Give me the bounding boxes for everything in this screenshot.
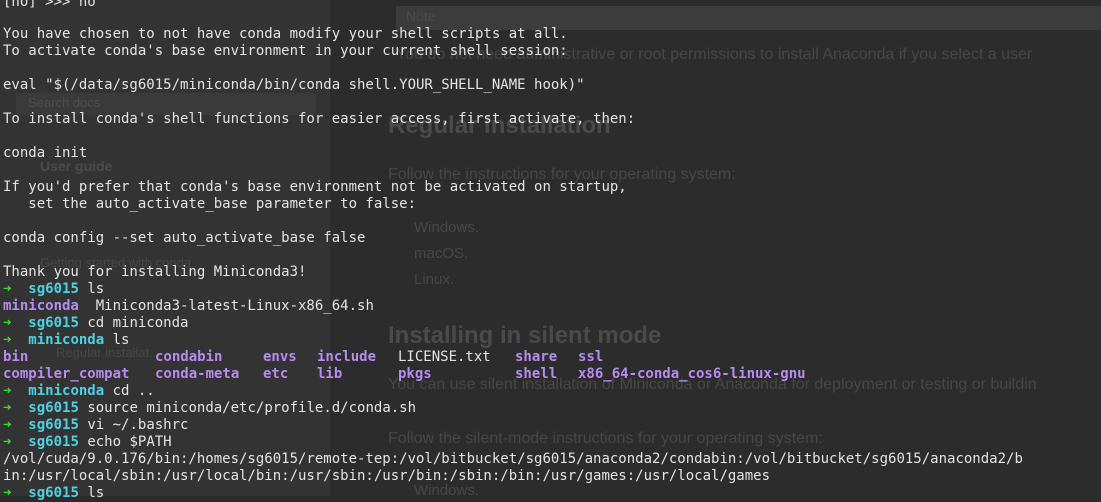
ls-folder-entry: lib bbox=[317, 366, 343, 382]
ls-folder-entry: ssl bbox=[578, 349, 604, 365]
terminal-prompt-line: ➜ miniconda ls bbox=[3, 332, 129, 349]
prompt-command: cd miniconda bbox=[87, 315, 189, 331]
prompt-arrow-icon: ➜ bbox=[3, 281, 12, 297]
ls-folder-entry: etc bbox=[263, 366, 289, 382]
ls-folder-entry: bin bbox=[3, 349, 29, 365]
ls-folder-entry: conda-meta bbox=[155, 366, 240, 382]
prompt-arrow-icon: ➜ bbox=[3, 332, 12, 348]
prompt-directory: sg6015 bbox=[28, 400, 79, 416]
terminal-line: conda config --set auto_activate_base fa… bbox=[3, 230, 366, 246]
prompt-arrow-icon: ➜ bbox=[3, 383, 12, 399]
ls-folder-entry: compiler_compat bbox=[3, 366, 130, 382]
prompt-command: ls bbox=[87, 281, 105, 297]
terminal-line: If you'd prefer that conda's base enviro… bbox=[3, 179, 627, 195]
prompt-command: source miniconda/etc/profile.d/conda.sh bbox=[87, 400, 417, 416]
prompt-arrow-icon: ➜ bbox=[3, 400, 12, 416]
ls-folder-entry: miniconda bbox=[3, 298, 79, 314]
terminal-prompt-line: ➜ sg6015 cd miniconda bbox=[3, 315, 188, 332]
terminal-line: You have chosen to not have conda modify… bbox=[3, 26, 568, 42]
terminal-line: Thank you for installing Miniconda3! bbox=[3, 264, 307, 280]
prompt-command: ls bbox=[112, 332, 130, 348]
ls-folder-entry: include bbox=[317, 349, 377, 365]
prompt-arrow-icon: ➜ bbox=[3, 315, 12, 331]
terminal-line: [no] >>> no bbox=[3, 0, 96, 10]
terminal-prompt-line: ➜ sg6015 echo $PATH bbox=[3, 434, 172, 451]
terminal-prompt-line: ➜ sg6015 ls bbox=[3, 281, 104, 298]
terminal-ls-output: bin condabin envs include LICENSE.txt share ss… bbox=[3, 349, 603, 366]
terminal-prompt-line: ➜ miniconda cd .. bbox=[3, 383, 155, 400]
prompt-directory: miniconda bbox=[28, 332, 105, 348]
prompt-command: vi ~/.bashrc bbox=[87, 417, 189, 433]
prompt-directory: sg6015 bbox=[28, 417, 79, 433]
ls-folder-entry: pkgs bbox=[398, 366, 432, 382]
prompt-command: ls bbox=[87, 485, 105, 501]
terminal-prompt-line: ➜ sg6015 source miniconda/etc/profile.d/… bbox=[3, 400, 416, 417]
prompt-directory: sg6015 bbox=[28, 485, 79, 501]
prompt-directory: miniconda bbox=[28, 383, 105, 399]
prompt-directory: sg6015 bbox=[28, 315, 79, 331]
prompt-arrow-icon: ➜ bbox=[3, 434, 12, 450]
terminal-line: set the auto_activate_base parameter to … bbox=[3, 196, 417, 212]
ls-folder-entry: envs bbox=[263, 349, 297, 365]
ls-file-entry: Miniconda3-latest-Linux-x86_64.sh bbox=[95, 298, 374, 314]
prompt-directory: sg6015 bbox=[28, 281, 79, 297]
terminal-line: To install conda's shell functions for e… bbox=[3, 111, 636, 127]
terminal-ls-output: miniconda Miniconda3-latest-Linux-x86_64… bbox=[3, 298, 374, 315]
terminal-window[interactable]: [no] >>> no You have chosen to not have … bbox=[0, 0, 1101, 501]
prompt-arrow-icon: ➜ bbox=[3, 485, 12, 501]
prompt-command: echo $PATH bbox=[87, 434, 172, 450]
terminal-path-output: in:/usr/local/sbin:/usr/local/bin:/usr/s… bbox=[3, 468, 771, 484]
terminal-ls-output: compiler_compat conda-meta etc lib pkgs shell… bbox=[3, 366, 806, 383]
terminal-prompt-line: ➜ sg6015 ls bbox=[3, 485, 104, 502]
terminal-line: eval "$(/data/sg6015/miniconda/bin/conda… bbox=[3, 77, 585, 93]
terminal-line: To activate conda's base environment in … bbox=[3, 43, 568, 59]
prompt-directory: sg6015 bbox=[28, 434, 79, 450]
terminal-line: conda init bbox=[3, 145, 88, 161]
terminal-path-output: /vol/cuda/9.0.176/bin:/homes/sg6015/remo… bbox=[3, 451, 1023, 467]
ls-folder-entry: share bbox=[515, 349, 558, 365]
terminal-prompt-line: ➜ sg6015 vi ~/.bashrc bbox=[3, 417, 188, 434]
prompt-command: cd .. bbox=[112, 383, 155, 399]
prompt-arrow-icon: ➜ bbox=[3, 417, 12, 433]
ls-folder-entry: condabin bbox=[155, 349, 223, 365]
ls-file-entry: LICENSE.txt bbox=[398, 349, 491, 365]
ls-folder-entry: shell bbox=[515, 366, 558, 382]
ls-folder-entry: x86_64-conda_cos6-linux-gnu bbox=[578, 366, 806, 382]
